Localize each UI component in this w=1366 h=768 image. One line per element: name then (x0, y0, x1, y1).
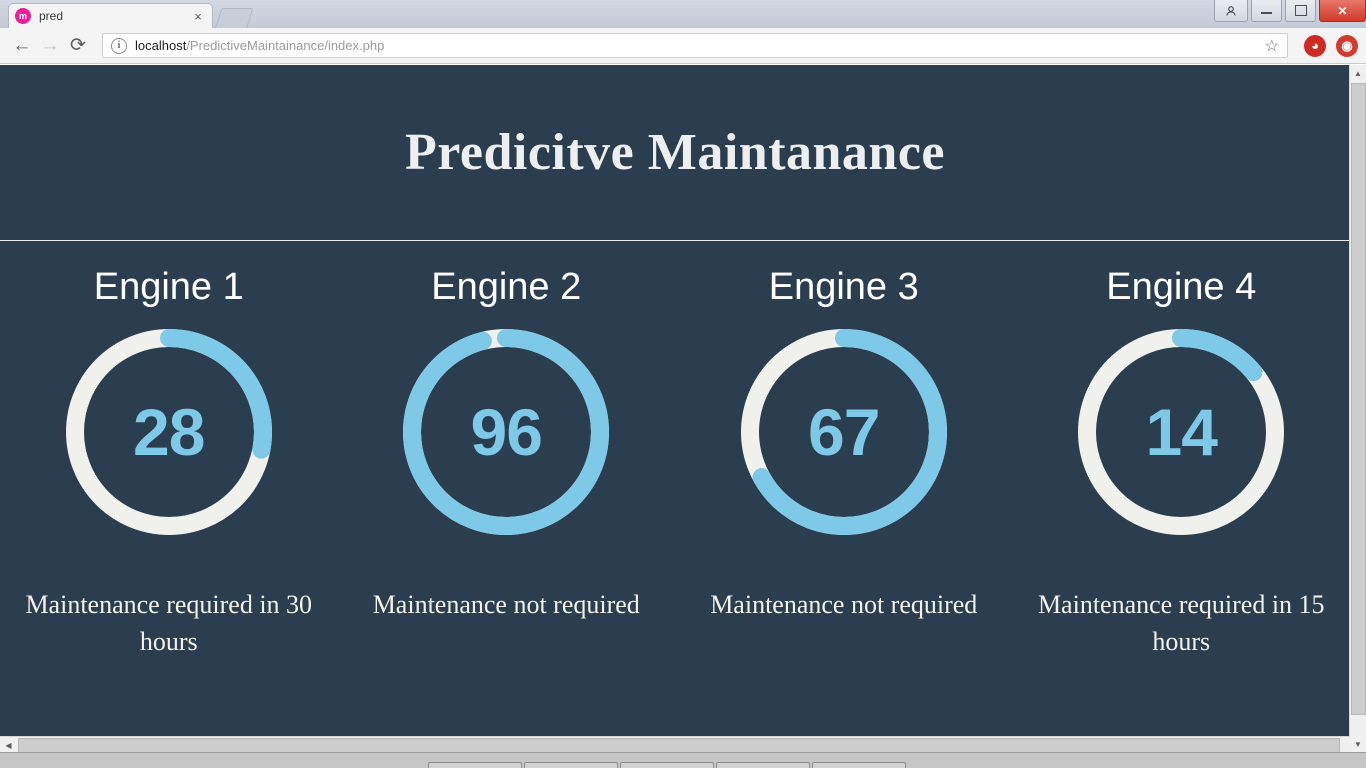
engine-4-value: 14 (1145, 394, 1218, 469)
engine-2-value: 96 (470, 394, 543, 469)
window-controls: ✕ (1214, 0, 1366, 22)
person-icon (1226, 5, 1236, 16)
vertical-scrollbar[interactable]: ▲ ▼ (1349, 65, 1366, 753)
engine-card-3: Engine 3 67 Maintenance not required (675, 266, 1013, 661)
engine-4-caption: Maintenance required in 15 hours (1037, 589, 1325, 656)
taskbar-item[interactable] (812, 762, 906, 768)
maximize-icon (1294, 5, 1307, 16)
new-tab-button[interactable] (214, 8, 254, 30)
minimize-icon (1261, 12, 1272, 14)
url-path: /PredictiveMaintainance/index.php (186, 38, 385, 53)
taskbar-item[interactable] (620, 762, 714, 768)
scroll-left-arrow-icon[interactable]: ◀ (0, 737, 17, 753)
engine-3-caption: Maintenance not required (710, 589, 978, 619)
tab-close-icon[interactable]: × (190, 8, 206, 24)
tab-favicon: m (15, 8, 31, 24)
engine-2-title: Engine 2 (431, 266, 582, 308)
engine-1-title: Engine 1 (93, 266, 244, 308)
scroll-up-arrow-icon[interactable]: ▲ (1350, 65, 1366, 82)
taskbar-items (428, 762, 908, 768)
url-text: localhost/PredictiveMaintainance/index.p… (135, 38, 1259, 53)
taskbar-item[interactable] (524, 762, 618, 768)
scroll-down-arrow-icon[interactable]: ▼ (1350, 736, 1366, 753)
os-taskbar (0, 752, 1366, 768)
engine-2-gauge: 96 (403, 328, 610, 535)
browser-toolbar: ← → ⟳ i localhost/PredictiveMaintainance… (0, 28, 1366, 64)
back-button[interactable]: ← (8, 32, 36, 60)
page-viewport: Predicitve Maintanance Engine 1 28 Maint… (0, 65, 1350, 741)
maximize-button[interactable] (1285, 0, 1316, 22)
engine-3-title: Engine 3 (768, 266, 919, 308)
tab-title: pred (39, 9, 64, 23)
engine-1-caption: Maintenance required in 30 hours (25, 589, 313, 656)
engine-1-gauge: 28 (65, 328, 272, 535)
site-info-icon[interactable]: i (111, 37, 127, 54)
engine-1-value: 28 (133, 394, 205, 469)
bookmark-star-icon[interactable]: ☆ (1265, 36, 1279, 56)
engine-4-title: Engine 4 (1106, 266, 1257, 308)
engine-gauge-row: Engine 1 28 Maintenance required in 30 h… (0, 241, 1350, 661)
vertical-scroll-thumb[interactable] (1351, 83, 1366, 715)
tab-strip: m pred × ✕ (0, 0, 1366, 30)
reload-button[interactable]: ⟳ (64, 32, 92, 60)
browser-window: m pred × ✕ ← → ⟳ i localhost/PredictiveM… (0, 0, 1366, 768)
close-window-button[interactable]: ✕ (1319, 0, 1366, 22)
user-account-button[interactable] (1214, 0, 1248, 22)
browser-tab[interactable]: m pred × (8, 3, 213, 28)
minimize-button[interactable] (1251, 0, 1282, 22)
engine-3-value: 67 (808, 394, 880, 469)
url-host: localhost (135, 38, 187, 53)
horizontal-scrollbar[interactable]: ◀ (0, 736, 1350, 753)
forward-button[interactable]: → (36, 32, 64, 60)
engine-card-2: Engine 2 96 Maintenance not required (338, 266, 676, 661)
engine-2-caption: Maintenance not required (372, 589, 640, 619)
taskbar-item[interactable] (428, 762, 522, 768)
horizontal-scroll-thumb[interactable] (18, 738, 1340, 753)
engine-3-gauge: 67 (740, 328, 947, 535)
engine-card-4: Engine 4 14 Maintenance required in 15 h… (1013, 266, 1351, 661)
page-header: Predicitve Maintanance (0, 65, 1350, 241)
engine-card-1: Engine 1 28 Maintenance required in 30 h… (0, 266, 338, 661)
address-bar[interactable]: i localhost/PredictiveMaintainance/index… (102, 33, 1288, 58)
extension-two-icon[interactable]: ◉ (1336, 34, 1358, 57)
extension-one-icon[interactable]: ◕ (1304, 34, 1326, 57)
engine-4-gauge: 14 (1078, 328, 1285, 535)
page-title: Predicitve Maintanance (404, 124, 946, 181)
taskbar-item[interactable] (716, 762, 810, 768)
